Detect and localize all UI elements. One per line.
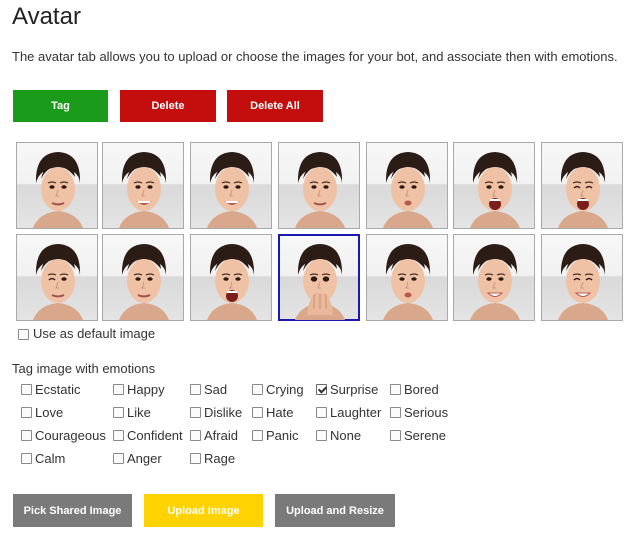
emotion-label-panic: Panic [266,428,299,443]
emotion-label-serene: Serene [404,428,446,443]
emotion-label-hate: Hate [266,405,294,420]
avatar-image-grid [16,142,623,322]
avatar-thumbnail[interactable] [102,234,184,321]
avatar-thumbnail[interactable] [16,142,98,229]
default-image-label: Use as default image [33,326,156,341]
emotion-checkbox-ecstatic[interactable] [21,384,32,395]
emotion-label-courageous: Courageous [35,428,106,443]
emotion-label-crying: Crying [266,382,304,397]
emotion-checkbox-bored[interactable] [390,384,401,395]
emotion-label-laughter: Laughter [330,405,382,420]
avatar-thumbnail[interactable] [16,234,98,321]
upload-and-resize-button[interactable]: Upload and Resize [275,494,395,527]
emotion-checkbox-like[interactable] [113,407,124,418]
delete-all-button[interactable]: Delete All [227,90,323,122]
avatar-thumbnail[interactable] [190,234,272,321]
emotion-checkbox-afraid[interactable] [190,430,201,441]
default-image-checkbox[interactable] [18,329,29,340]
emotion-checkbox-dislike[interactable] [190,407,201,418]
avatar-thumbnail[interactable] [541,142,623,229]
emotion-label-afraid: Afraid [204,428,238,443]
tag-button[interactable]: Tag [13,90,108,122]
emotions-heading: Tag image with emotions [12,361,156,376]
emotion-checkbox-panic[interactable] [252,430,263,441]
emotion-label-sad: Sad [204,382,228,397]
emotion-checkbox-none[interactable] [316,430,327,441]
emotion-checkbox-confident[interactable] [113,430,124,441]
emotion-label-surprise: Surprise [330,382,379,397]
avatar-thumbnail[interactable] [278,142,360,229]
emotion-checkbox-laughter[interactable] [316,407,327,418]
avatar-thumbnail[interactable] [278,234,360,321]
emotion-label-happy: Happy [127,382,165,397]
avatar-thumbnail[interactable] [541,234,623,321]
avatar-thumbnail[interactable] [453,142,535,229]
emotion-checkbox-courageous[interactable] [21,430,32,441]
emotion-label-like: Like [127,405,151,420]
emotion-label-serious: Serious [404,405,449,420]
avatar-thumbnail[interactable] [190,142,272,229]
avatar-thumbnail[interactable] [102,142,184,229]
emotion-label-anger: Anger [127,451,162,466]
emotion-label-confident: Confident [127,428,183,443]
emotion-checkbox-serious[interactable] [390,407,401,418]
emotion-label-none: None [330,428,362,443]
emotion-checkbox-crying[interactable] [252,384,263,395]
emotion-checkbox-happy[interactable] [113,384,124,395]
emotion-label-dislike: Dislike [204,405,243,420]
avatar-thumbnail[interactable] [453,234,535,321]
emotion-label-bored: Bored [404,382,439,397]
emotion-checkbox-hate[interactable] [252,407,263,418]
emotion-checkbox-surprise[interactable] [316,384,327,395]
emotion-checkbox-calm[interactable] [21,453,32,464]
emotion-checkbox-love[interactable] [21,407,32,418]
emotion-checkbox-anger[interactable] [113,453,124,464]
avatar-thumbnail[interactable] [366,234,448,321]
emotion-label-calm: Calm [35,451,66,466]
avatar-thumbnail[interactable] [366,142,448,229]
emotion-checkbox-serene[interactable] [390,430,401,441]
page-title: Avatar [12,3,81,30]
upload-image-button[interactable]: Upload Image [144,494,263,527]
emotion-checkbox-rage[interactable] [190,453,201,464]
emotion-label-love: Love [35,405,64,420]
emotion-label-ecstatic: Ecstatic [35,382,81,397]
emotion-checkbox-sad[interactable] [190,384,201,395]
pick-shared-image-button[interactable]: Pick Shared Image [13,494,132,527]
page-description: The avatar tab allows you to upload or c… [12,49,618,64]
emotion-label-rage: Rage [204,451,236,466]
delete-button[interactable]: Delete [120,90,216,122]
